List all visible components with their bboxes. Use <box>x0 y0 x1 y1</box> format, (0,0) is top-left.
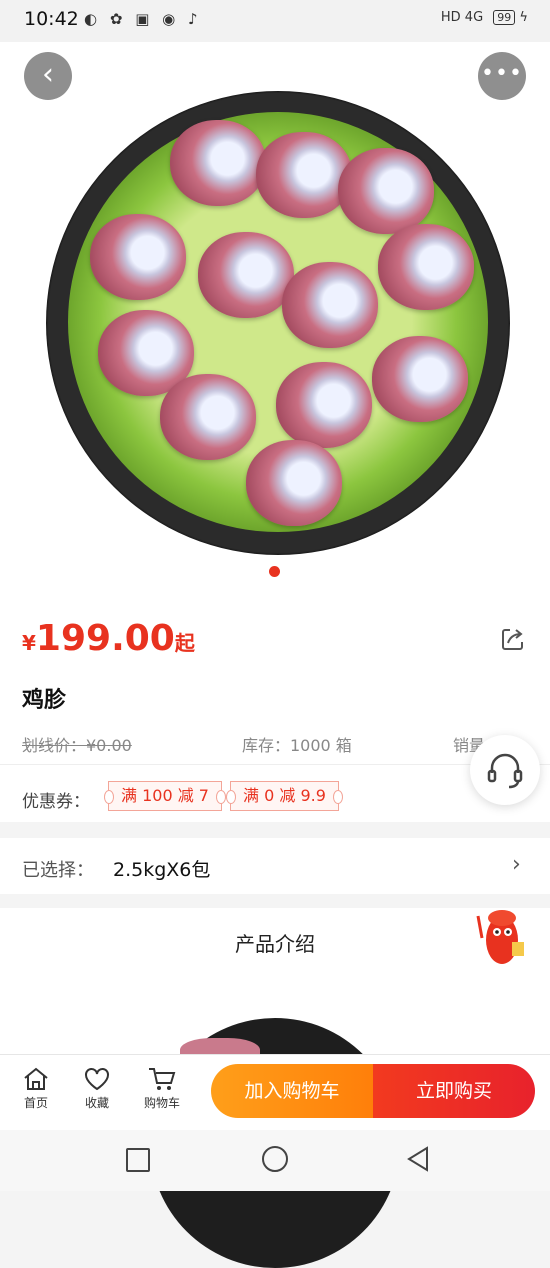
battery-level: 99 <box>497 11 512 24</box>
price-value: 199.00 <box>35 618 175 659</box>
status-right: HD 4G 99 ϟ <box>441 10 528 25</box>
charging-icon: ϟ <box>519 10 528 25</box>
product-image-piece <box>160 374 256 460</box>
buy-now-button[interactable]: 立即购买 <box>373 1064 535 1118</box>
add-to-cart-button[interactable]: 加入购物车 <box>211 1064 373 1118</box>
product-image-piece <box>276 362 372 448</box>
back-nav-icon[interactable] <box>406 1146 430 1176</box>
selected-spec: 2.5kgX6包 <box>113 859 211 881</box>
more-button[interactable]: ••• <box>478 52 526 100</box>
back-button[interactable]: ‹ <box>24 52 72 100</box>
coupon-tag[interactable]: 满 0 减 9.9 <box>226 781 343 811</box>
product-image-piece <box>246 440 342 526</box>
carousel-indicator[interactable] <box>269 566 280 577</box>
tab-home[interactable]: 首页 <box>12 1066 60 1111</box>
divider <box>0 764 550 765</box>
chevron-left-icon: ‹ <box>42 57 54 92</box>
share-button[interactable] <box>500 626 526 652</box>
tab-cart-label: 购物车 <box>143 1096 180 1110</box>
original-price: 划线价：¥0.00 <box>22 736 132 755</box>
tab-home-label: 首页 <box>23 1096 48 1110</box>
triangle-back-icon <box>407 1146 428 1172</box>
customer-service-button[interactable] <box>470 735 540 805</box>
selected-label: 已选择： <box>22 860 94 881</box>
tab-cart[interactable]: 购物车 <box>138 1066 186 1111</box>
more-dots-icon: ••• <box>481 61 523 86</box>
stock-count: 库存：1000 箱 <box>242 736 352 755</box>
product-price: ¥199.00起 <box>22 618 195 659</box>
price-currency: ¥ <box>22 631 36 655</box>
chevron-right-icon: › <box>512 852 521 877</box>
product-image-piece <box>282 262 378 348</box>
product-title: 鸡胗 <box>22 688 67 713</box>
tab-favorite[interactable]: 收藏 <box>73 1066 121 1111</box>
red-envelope-mascot-icon <box>476 910 524 964</box>
cart-icon <box>149 1068 176 1090</box>
battery-icon: 99 <box>493 10 516 25</box>
price-suffix: 起 <box>174 631 195 655</box>
product-image-piece <box>338 148 434 234</box>
product-image-piece <box>378 224 474 310</box>
product-image-piece <box>170 120 266 206</box>
share-icon <box>502 629 523 650</box>
product-image-piece <box>198 232 294 318</box>
status-time: 10:42 <box>24 8 79 30</box>
product-image-piece <box>372 336 468 422</box>
network-indicator: HD 4G <box>440 10 484 25</box>
notification-icons: ◐ ✿ ▣ ◉ ♪ <box>84 10 202 28</box>
product-image-piece <box>256 132 352 218</box>
headset-icon <box>487 753 523 789</box>
intro-title: 产品介绍 <box>235 932 315 956</box>
coupon-tag[interactable]: 满 100 减 7 <box>104 781 226 811</box>
heart-icon <box>85 1068 109 1091</box>
tab-favorite-label: 收藏 <box>84 1096 109 1110</box>
red-envelope-button[interactable] <box>470 902 526 972</box>
home-nav-icon[interactable] <box>262 1146 288 1172</box>
recents-icon[interactable] <box>126 1148 150 1172</box>
coupon-label: 优惠券： <box>22 792 90 812</box>
home-icon <box>24 1067 48 1090</box>
product-image-piece <box>90 214 186 300</box>
